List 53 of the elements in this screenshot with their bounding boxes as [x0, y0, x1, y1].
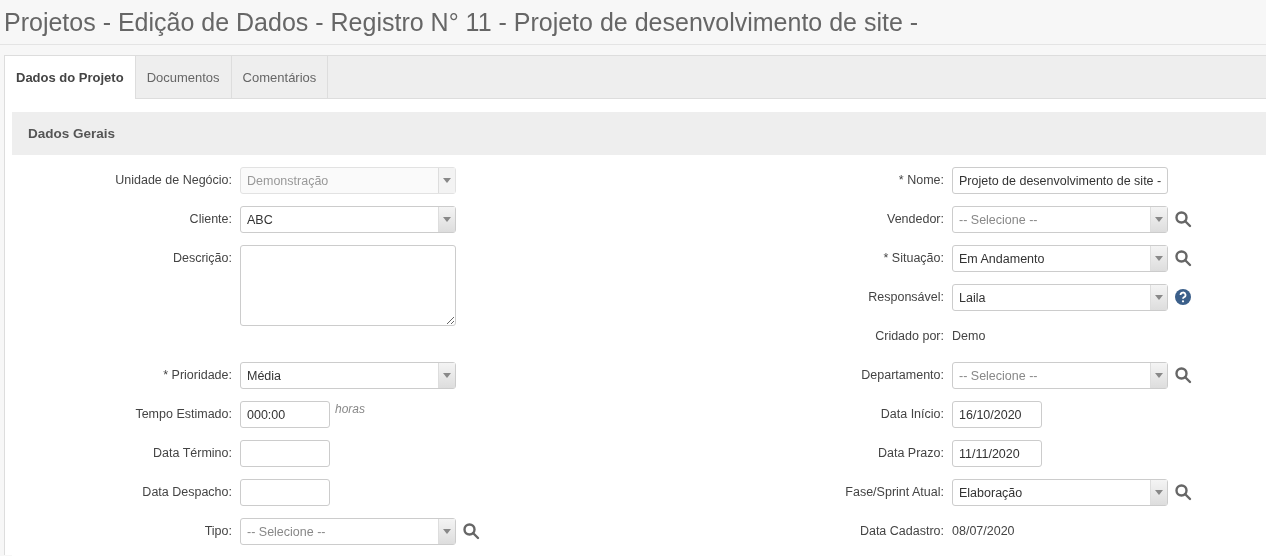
- caret-icon: [1155, 295, 1163, 300]
- field-label: Descrição:: [171, 250, 233, 265]
- caret-icon: [443, 373, 451, 378]
- field-label: * Prioridade:: [162, 367, 233, 382]
- dropdown[interactable]: Média: [240, 362, 456, 389]
- field-label: Fase/Sprint Atual:: [844, 484, 945, 499]
- text-field[interactable]: 11/11/2020: [952, 440, 1042, 467]
- field-label: Cridado por:: [874, 328, 945, 343]
- field-value: 08/07/2020: [952, 523, 1015, 538]
- text-field[interactable]: [240, 479, 330, 506]
- field-label: Tempo Estimado:: [134, 406, 233, 421]
- text-field[interactable]: 000:00: [240, 401, 330, 428]
- text-field[interactable]: 16/10/2020: [952, 401, 1042, 428]
- field-label: Tipo:: [203, 523, 233, 538]
- field-value: Demo: [952, 328, 986, 343]
- caret-icon: [443, 529, 451, 534]
- field-label: Data Término:: [152, 445, 233, 460]
- field-label: Data Cadastro:: [858, 523, 945, 538]
- field-label: Unidade de Negócio:: [114, 172, 233, 187]
- dropdown[interactable]: Em Andamento: [952, 245, 1168, 272]
- dropdown[interactable]: -- Selecione --: [952, 362, 1168, 389]
- dropdown[interactable]: -- Selecione --: [952, 206, 1168, 233]
- field-label: Departamento:: [860, 367, 945, 382]
- field-label: * Nome:: [897, 172, 945, 187]
- caret-icon: [1155, 490, 1163, 495]
- caret-icon: [1155, 373, 1163, 378]
- tab[interactable]: Dados do Projeto: [5, 56, 136, 99]
- field-label: Data Prazo:: [877, 445, 945, 460]
- caret-icon: [443, 217, 451, 222]
- text-field[interactable]: [240, 440, 330, 467]
- search-icon[interactable]: [1174, 483, 1192, 501]
- caret-icon: [1155, 217, 1163, 222]
- page-title: Projetos - Edição de Dados - Registro N° 11 - Projeto de desenvolvimento de site -: [4, 7, 919, 37]
- field-label: Vendedor:: [886, 211, 945, 226]
- caret-icon: [443, 178, 451, 183]
- dropdown[interactable]: -- Selecione --: [240, 518, 456, 545]
- dropdown[interactable]: Laila: [952, 284, 1168, 311]
- field-label: Data Início:: [879, 406, 945, 421]
- search-icon[interactable]: [1174, 249, 1192, 267]
- field-label: Data Despacho:: [141, 484, 233, 499]
- caret-icon: [1155, 256, 1163, 261]
- search-icon[interactable]: [1174, 366, 1192, 384]
- text-field[interactable]: Projeto de desenvolvimento de site -: [952, 167, 1168, 194]
- help-icon[interactable]: [1174, 288, 1192, 306]
- search-icon[interactable]: [1174, 210, 1192, 228]
- field-label: * Situação:: [882, 250, 945, 265]
- dropdown[interactable]: Elaboração: [952, 479, 1168, 506]
- field-label: Cliente:: [188, 211, 233, 226]
- search-icon[interactable]: [462, 522, 480, 540]
- section-title: Dados Gerais: [28, 126, 116, 141]
- field-label: Responsável:: [867, 289, 945, 304]
- dropdown[interactable]: ABC: [240, 206, 456, 233]
- unit-label: horas: [335, 401, 366, 416]
